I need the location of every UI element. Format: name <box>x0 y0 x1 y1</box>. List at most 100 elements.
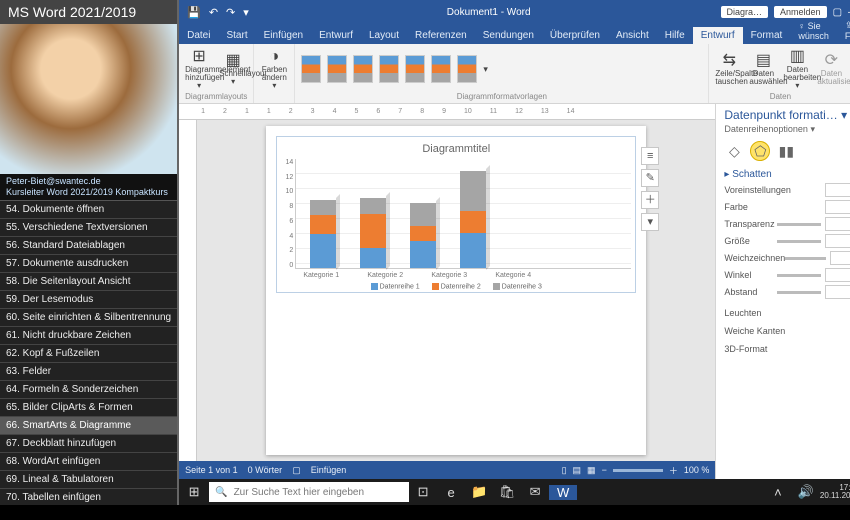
qat-more-icon[interactable]: ▾ <box>243 6 249 19</box>
chart-filter-button[interactable]: ▾ <box>641 213 659 231</box>
select-data-button[interactable]: ▤Daten auswählen <box>749 53 777 86</box>
chart-bar[interactable] <box>310 200 336 268</box>
series-options-icon[interactable]: ▮▮ <box>776 141 796 161</box>
explorer-icon[interactable]: 📁 <box>465 484 493 500</box>
view-web-icon[interactable]: ▦ <box>587 465 596 476</box>
zoom-slider[interactable] <box>613 469 663 472</box>
shadow-color-picker[interactable]: ◢ ▾ <box>825 200 850 214</box>
start-button[interactable]: ⊞ <box>179 484 209 500</box>
ribbon-tab-start[interactable]: Start <box>218 27 255 44</box>
chart-style-1[interactable] <box>301 55 321 83</box>
distance-slider[interactable] <box>777 291 821 294</box>
ribbon-tab-entwurf[interactable]: Entwurf <box>311 27 361 44</box>
angle-spinner[interactable]: ⇳ <box>825 268 850 282</box>
redo-icon[interactable]: ↷ <box>226 6 235 19</box>
lesson-item[interactable]: 59. Der Lesemodus <box>0 291 177 309</box>
lesson-item[interactable]: 66. SmartArts & Diagramme <box>0 417 177 435</box>
effects-icon[interactable]: ⬠ <box>750 141 770 161</box>
format-3d-section[interactable]: 3D-Format <box>716 340 850 358</box>
word-taskbar-icon[interactable]: W <box>549 485 577 500</box>
view-read-icon[interactable]: ▯ <box>562 465 567 476</box>
transparency-slider[interactable] <box>777 223 821 226</box>
distance-spinner[interactable]: ⇳ <box>825 285 850 299</box>
lesson-item[interactable]: 62. Kopf & Fußzeilen <box>0 345 177 363</box>
zoom-out-icon[interactable]: − <box>602 465 607 475</box>
lesson-item[interactable]: 63. Felder <box>0 363 177 381</box>
store-icon[interactable]: 🛍 <box>493 484 521 500</box>
lesson-item[interactable]: 65. Bilder ClipArts & Formen <box>0 399 177 417</box>
ribbon-tab-hilfe[interactable]: Hilfe <box>657 27 693 44</box>
lesson-item[interactable]: 54. Dokumente öffnen <box>0 201 177 219</box>
lesson-item[interactable]: 60. Seite einrichten & Silbentrennung <box>0 309 177 327</box>
taskbar-search[interactable]: 🔍 Zur Suche Text hier eingeben <box>209 482 409 502</box>
size-spinner[interactable]: ⇳ <box>825 234 850 248</box>
chart-style-3[interactable] <box>353 55 373 83</box>
lesson-item[interactable]: 58. Die Seitenlayout Ansicht <box>0 273 177 291</box>
status-mode[interactable]: Einfügen <box>311 465 347 475</box>
size-slider[interactable] <box>777 240 821 243</box>
blur-spinner[interactable]: ⇳ <box>830 251 850 265</box>
add-chart-element-button[interactable]: ⊞Diagrammelement hinzufügen ▾ <box>185 49 213 90</box>
chart-style-4[interactable] <box>379 55 399 83</box>
tray-up-icon[interactable]: ˄ <box>764 485 792 500</box>
shadow-section-title[interactable]: ▸ Schatten <box>724 169 850 180</box>
angle-slider[interactable] <box>777 274 821 277</box>
lesson-item[interactable]: 56. Standard Dateiablagen <box>0 237 177 255</box>
series-options-dropdown[interactable]: Datenreihenoptionen ▾ <box>716 124 850 139</box>
chart-style-2[interactable] <box>327 55 347 83</box>
ribbon-tab-ansicht[interactable]: Ansicht <box>608 27 657 44</box>
chart-style-5[interactable] <box>405 55 425 83</box>
ribbon-tab-entwurf[interactable]: Entwurf <box>693 27 743 44</box>
legend-item[interactable]: Datenreihe 1 <box>371 283 420 290</box>
chart-tools-context[interactable]: Diagra… <box>721 6 769 18</box>
presets-dropdown[interactable]: ▭ ▾ <box>825 183 850 197</box>
chart-legend[interactable]: Datenreihe 1 Datenreihe 2 Datenreihe 3 <box>281 279 631 290</box>
ribbon-tab-sendungen[interactable]: Sendungen <box>475 27 542 44</box>
chart-styles-more-icon[interactable]: ▾ <box>483 64 488 75</box>
chart-styles-button[interactable]: ✎ <box>641 169 659 187</box>
tray-volume-icon[interactable]: 🔊 <box>792 484 820 500</box>
switch-row-col-button[interactable]: ⇆Zeile/Spalte tauschen <box>715 53 743 86</box>
legend-item[interactable]: Datenreihe 3 <box>493 283 542 290</box>
chart-add-button[interactable]: ＋ <box>641 191 659 209</box>
ribbon-options-icon[interactable]: ▢ <box>833 7 842 18</box>
mail-icon[interactable]: ✉ <box>521 484 549 500</box>
zoom-in-icon[interactable]: ＋ <box>669 464 678 477</box>
chart-style-7[interactable] <box>457 55 477 83</box>
signin-button[interactable]: Anmelden <box>774 6 827 18</box>
glow-section[interactable]: Leuchten <box>716 304 850 322</box>
edge-icon[interactable]: e <box>437 485 465 500</box>
taskbar-clock[interactable]: 17:44 20.11.2019 <box>820 484 850 500</box>
chart-object[interactable]: Diagrammtitel 14121086420 Kategorie 1Kat… <box>276 136 636 293</box>
zoom-value[interactable]: 100 % <box>684 465 710 475</box>
transparency-spinner[interactable]: ⇳ <box>825 217 850 231</box>
format-pane-title[interactable]: Datenpunkt formati… ▾ <box>724 108 847 122</box>
lesson-item[interactable]: 68. WordArt einfügen <box>0 453 177 471</box>
ribbon-tab-datei[interactable]: Datei <box>179 27 218 44</box>
lesson-item[interactable]: 61. Nicht druckbare Zeichen <box>0 327 177 345</box>
change-colors-button[interactable]: ◑Farben ändern ▾ <box>260 49 288 90</box>
lesson-item[interactable]: 67. Deckblatt hinzufügen <box>0 435 177 453</box>
task-view-icon[interactable]: ⊡ <box>409 484 437 500</box>
edit-data-button[interactable]: ▥Daten bearbeiten ▾ <box>783 49 811 90</box>
chart-bar[interactable] <box>360 198 386 268</box>
ribbon-tab-überprüfen[interactable]: Überprüfen <box>542 27 608 44</box>
status-page[interactable]: Seite 1 von 1 <box>185 465 238 475</box>
ribbon-tab-einfügen[interactable]: Einfügen <box>256 27 311 44</box>
ribbon-right-action[interactable]: ⇪ Freigeben <box>837 17 850 44</box>
view-print-icon[interactable]: ▤ <box>573 465 582 476</box>
ruler-vertical[interactable] <box>179 120 197 461</box>
lesson-item[interactable]: 57. Dokumente ausdrucken <box>0 255 177 273</box>
blur-slider[interactable] <box>785 257 825 260</box>
ribbon-tab-layout[interactable]: Layout <box>361 27 407 44</box>
ribbon-right-action[interactable]: ♀ Sie wünsch <box>790 18 837 44</box>
save-icon[interactable]: 💾 <box>187 6 201 19</box>
undo-icon[interactable]: ↶ <box>209 6 218 19</box>
legend-item[interactable]: Datenreihe 2 <box>432 283 481 290</box>
chart-bar[interactable] <box>410 203 436 268</box>
status-lang-icon[interactable]: ▢ <box>292 465 301 476</box>
chart-bar[interactable] <box>460 171 486 268</box>
quick-layout-button[interactable]: ▦Schnelllayout ▾ <box>219 53 247 86</box>
status-words[interactable]: 0 Wörter <box>248 465 283 475</box>
soft-edges-section[interactable]: Weiche Kanten <box>716 322 850 340</box>
